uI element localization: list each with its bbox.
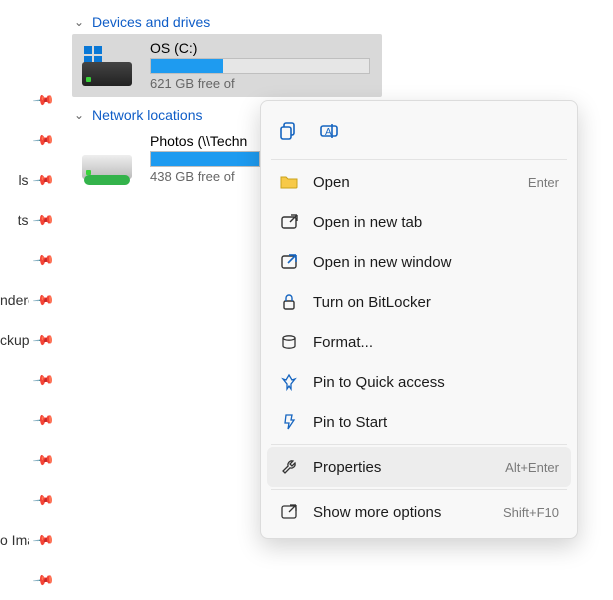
menu-properties[interactable]: Properties Alt+Enter xyxy=(267,447,571,487)
pin-icon: 📌 xyxy=(31,568,55,592)
drive-item-os[interactable]: OS (C:) 621 GB free of xyxy=(72,34,382,97)
group-devices-header[interactable]: ⌄ Devices and drives xyxy=(72,10,613,34)
separator xyxy=(271,159,567,160)
menu-label: Open in new window xyxy=(313,254,545,271)
menu-open-new-tab[interactable]: Open in new tab xyxy=(267,202,571,242)
menu-label: Pin to Start xyxy=(313,414,545,431)
menu-bitlocker[interactable]: Turn on BitLocker xyxy=(267,282,571,322)
new-tab-icon xyxy=(279,212,299,232)
menu-accel: Enter xyxy=(528,175,559,190)
usage-bar xyxy=(150,58,370,74)
sidebar-item-label: ts xyxy=(18,212,29,228)
drive-name: OS (C:) xyxy=(150,40,370,56)
wrench-icon xyxy=(279,457,299,477)
menu-label: Format... xyxy=(313,334,545,351)
chevron-down-icon: ⌄ xyxy=(72,15,86,29)
sidebar-item-label: ls xyxy=(18,172,28,188)
sidebar-item[interactable]: 📌 xyxy=(0,120,62,160)
usage-bar xyxy=(150,151,260,167)
sidebar-item-label: ckup xyxy=(0,332,29,348)
pin-icon: 📌 xyxy=(31,368,55,392)
drive-free-text: 438 GB free of xyxy=(150,169,260,184)
pin-start-icon xyxy=(279,412,299,432)
group-devices-label: Devices and drives xyxy=(92,14,210,30)
menu-label: Pin to Quick access xyxy=(313,374,545,391)
pin-icon: 📌 xyxy=(31,88,55,112)
context-menu: A Open Enter Open in new tab Open in new… xyxy=(260,100,578,539)
menu-pin-start[interactable]: Pin to Start xyxy=(267,402,571,442)
menu-pin-quick-access[interactable]: Pin to Quick access xyxy=(267,362,571,402)
network-drive-icon xyxy=(82,137,132,179)
menu-label: Properties xyxy=(313,459,491,476)
svg-text:A: A xyxy=(325,127,332,138)
pin-icon: 📌 xyxy=(31,408,55,432)
pin-icon: 📌 xyxy=(31,248,55,272)
pin-icon: 📌 xyxy=(31,168,55,192)
sidebar-item[interactable]: 📌 xyxy=(0,400,62,440)
sidebar-item[interactable]: 📌 xyxy=(0,360,62,400)
sidebar-item[interactable]: ls📌 xyxy=(0,160,62,200)
pin-qa-icon xyxy=(279,372,299,392)
menu-label: Open in new tab xyxy=(313,214,545,231)
rename-button[interactable]: A xyxy=(313,115,345,147)
format-icon xyxy=(279,332,299,352)
group-network-label: Network locations xyxy=(92,107,203,123)
sidebar-item[interactable]: ts📌 xyxy=(0,200,62,240)
menu-label: Open xyxy=(313,174,514,191)
pin-icon: 📌 xyxy=(31,128,55,152)
copy-button[interactable] xyxy=(273,115,305,147)
sidebar-item-label: ndered xyxy=(0,292,29,308)
more-icon xyxy=(279,502,299,522)
menu-format[interactable]: Format... xyxy=(267,322,571,362)
copy-icon xyxy=(279,121,299,141)
pin-icon: 📌 xyxy=(31,288,55,312)
menu-label: Show more options xyxy=(313,504,489,521)
folder-icon xyxy=(279,172,299,192)
chevron-down-icon: ⌄ xyxy=(72,108,86,122)
os-drive-icon xyxy=(82,44,132,86)
menu-accel: Alt+Enter xyxy=(505,460,559,475)
sidebar-item[interactable]: 📌 xyxy=(0,480,62,520)
sidebar-item[interactable]: 📌 xyxy=(0,560,62,600)
pin-icon: 📌 xyxy=(31,488,55,512)
drive-free-text: 621 GB free of xyxy=(150,76,370,91)
sidebar-item[interactable]: 📌 xyxy=(0,80,62,120)
menu-open[interactable]: Open Enter xyxy=(267,162,571,202)
menu-label: Turn on BitLocker xyxy=(313,294,545,311)
sidebar-item[interactable]: o Imag📌 xyxy=(0,520,62,560)
separator xyxy=(271,444,567,445)
pin-icon: 📌 xyxy=(31,328,55,352)
drive-name: Photos (\\Techn xyxy=(150,133,260,149)
pin-icon: 📌 xyxy=(31,448,55,472)
pin-icon: 📌 xyxy=(31,208,55,232)
lock-icon xyxy=(279,292,299,312)
sidebar-item[interactable]: 📌 xyxy=(0,440,62,480)
sidebar-item[interactable]: 📌 xyxy=(0,240,62,280)
menu-show-more[interactable]: Show more options Shift+F10 xyxy=(267,492,571,532)
sidebar-item[interactable]: ckup📌 xyxy=(0,320,62,360)
new-win-icon xyxy=(279,252,299,272)
separator xyxy=(271,489,567,490)
sidebar-item-label: o Imag xyxy=(0,532,29,548)
pin-icon: 📌 xyxy=(31,528,55,552)
menu-accel: Shift+F10 xyxy=(503,505,559,520)
context-toolbar: A xyxy=(267,107,571,157)
sidebar-item[interactable]: ndered📌 xyxy=(0,280,62,320)
quick-access-sidebar: 📌 📌 ls📌 ts📌 📌 ndered📌 ckup📌 📌 📌 📌 📌 o Im… xyxy=(0,0,62,550)
rename-icon: A xyxy=(319,121,339,141)
menu-open-new-window[interactable]: Open in new window xyxy=(267,242,571,282)
